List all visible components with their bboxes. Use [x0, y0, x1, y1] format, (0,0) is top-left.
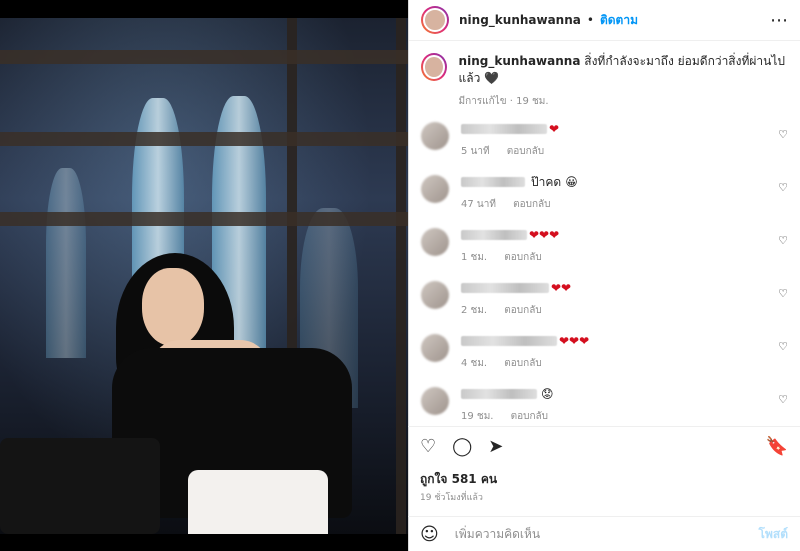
- reply-button[interactable]: ตอบกลับ: [504, 305, 541, 316]
- avatar-image: [423, 55, 445, 79]
- post-media-panel: [0, 0, 408, 551]
- comment-body: ❤❤❤ 1 ชม. ตอบกลับ: [461, 226, 778, 265]
- reply-button[interactable]: ตอบกลับ: [507, 146, 544, 157]
- heart-outline-icon[interactable]: ♡: [778, 287, 788, 300]
- comment-avatar[interactable]: [421, 175, 449, 203]
- comment-emoji: 😀: [565, 175, 578, 189]
- reply-button[interactable]: ตอบกลับ: [504, 358, 541, 369]
- comment-line: ❤: [461, 120, 778, 138]
- heart-icon[interactable]: ♡: [420, 436, 436, 457]
- blurred-username: [461, 389, 537, 399]
- blurred-username: [461, 124, 547, 134]
- more-icon[interactable]: ⋯: [770, 10, 788, 31]
- username-link[interactable]: ning_kunhawanna: [459, 13, 581, 27]
- heart-outline-icon[interactable]: ♡: [778, 128, 788, 141]
- comment-emoji: ❤❤: [551, 281, 572, 295]
- window-frame: [396, 18, 406, 534]
- comment-emoji: ❤: [549, 122, 560, 136]
- heart-outline-icon[interactable]: ♡: [778, 393, 788, 406]
- comment-item: ❤❤ 2 ชม. ตอบกลับ ♡: [421, 279, 788, 332]
- reply-button[interactable]: ตอบกลับ: [504, 252, 541, 263]
- comment-body: 😟 19 ชม. ตอบกลับ: [461, 385, 778, 424]
- caption-block: ning_kunhawanna สิ่งที่กำลังจะมาถึง ย่อม…: [409, 41, 800, 116]
- comment-avatar[interactable]: [421, 122, 449, 150]
- comment-line: ❤❤❤: [461, 332, 778, 350]
- comment-time: 5 นาที: [461, 146, 490, 157]
- handbag: [0, 438, 160, 534]
- comment-meta: 5 นาที ตอบกลับ: [461, 144, 778, 159]
- post-header: ning_kunhawanna • ติดตาม ⋯: [409, 0, 800, 41]
- comment-emoji: 😟: [541, 387, 554, 401]
- avatar-image: [423, 8, 447, 32]
- caption-username[interactable]: ning_kunhawanna: [459, 54, 581, 68]
- window-frame: [0, 50, 408, 64]
- caption-avatar[interactable]: [421, 53, 447, 81]
- comment-line: ❤❤: [461, 279, 778, 297]
- post-actions-bar: ♡ ◯ ➤ 🔖: [408, 426, 800, 466]
- share-icon[interactable]: ➤: [488, 436, 503, 457]
- post-comment-button[interactable]: โพสต์: [759, 525, 788, 544]
- comment-time: 47 นาที: [461, 199, 496, 210]
- reply-button[interactable]: ตอบกลับ: [511, 411, 548, 422]
- comment-meta: 2 ชม. ตอบกลับ: [461, 303, 778, 318]
- comment-avatar[interactable]: [421, 387, 449, 415]
- comment-text: ป๊าคด: [531, 174, 562, 189]
- tablecloth: [188, 470, 328, 534]
- comment-body: ป๊าคด 😀 47 นาที ตอบกลับ: [461, 173, 778, 212]
- woman-face: [142, 268, 204, 346]
- heart-outline-icon[interactable]: ♡: [778, 234, 788, 247]
- comment-time: 2 ชม.: [461, 305, 488, 316]
- emoji-icon[interactable]: ☺: [420, 524, 439, 545]
- add-comment-bar: ☺ เพิ่มความคิดเห็น โพสต์: [408, 516, 800, 551]
- black-heart-icon: 🖤: [484, 71, 500, 85]
- city-building: [46, 168, 86, 358]
- comment-item: ❤❤❤ 4 ชม. ตอบกลับ ♡: [421, 332, 788, 385]
- heart-outline-icon[interactable]: ♡: [778, 181, 788, 194]
- comment-icon[interactable]: ◯: [452, 436, 472, 457]
- comment-line: 😟: [461, 385, 778, 403]
- comment-item: ป๊าคด 😀 47 นาที ตอบกลับ ♡: [421, 173, 788, 226]
- separator-dot: •: [586, 13, 594, 27]
- comment-avatar[interactable]: [421, 281, 449, 309]
- caption-meta: มีการแก้ไข · 19 ชม.: [458, 96, 549, 107]
- caption-content: ning_kunhawanna สิ่งที่กำลังจะมาถึง ย่อม…: [459, 53, 788, 110]
- window-frame: [0, 212, 408, 226]
- blurred-username: [461, 283, 549, 293]
- post-details-panel: ning_kunhawanna • ติดตาม ⋯ ning_kunhawan…: [408, 0, 800, 551]
- blurred-username: [461, 230, 527, 240]
- comment-time: 1 ชม.: [461, 252, 488, 263]
- comments-list: ❤ 5 นาที ตอบกลับ ♡ ป๊าคด 😀 47 นาที ตอบกล…: [409, 116, 800, 438]
- comment-line: ป๊าคด 😀: [461, 173, 778, 191]
- blurred-username: [461, 336, 557, 346]
- comment-time: 19 ชม.: [461, 411, 494, 422]
- comment-avatar[interactable]: [421, 334, 449, 362]
- comment-meta: 4 ชม. ตอบกลับ: [461, 356, 778, 371]
- comment-meta: 47 นาที ตอบกลับ: [461, 197, 778, 212]
- comment-line: ❤❤❤: [461, 226, 778, 244]
- comment-body: ❤ 5 นาที ตอบกลับ: [461, 120, 778, 159]
- comment-item: ❤ 5 นาที ตอบกลับ ♡: [421, 120, 788, 173]
- comment-body: ❤❤❤ 4 ชม. ตอบกลับ: [461, 332, 778, 371]
- comment-emoji: ❤❤❤: [559, 334, 590, 348]
- blurred-username: [461, 177, 525, 187]
- follow-button[interactable]: ติดตาม: [600, 11, 638, 30]
- likes-count[interactable]: ถูกใจ 581 คน: [420, 470, 497, 489]
- comment-avatar[interactable]: [421, 228, 449, 256]
- window-frame: [0, 132, 408, 146]
- bookmark-icon[interactable]: 🔖: [766, 436, 788, 457]
- profile-avatar[interactable]: [421, 6, 449, 34]
- heart-outline-icon[interactable]: ♡: [778, 340, 788, 353]
- comment-meta: 19 ชม. ตอบกลับ: [461, 409, 778, 424]
- reply-button[interactable]: ตอบกลับ: [513, 199, 550, 210]
- post-age: 19 ชั่วโมงที่แล้ว: [420, 493, 483, 503]
- comment-item: ❤❤❤ 1 ชม. ตอบกลับ ♡: [421, 226, 788, 279]
- comment-input[interactable]: เพิ่มความคิดเห็น: [455, 525, 540, 544]
- comment-time: 4 ชม.: [461, 358, 488, 369]
- comment-meta: 1 ชม. ตอบกลับ: [461, 250, 778, 265]
- comment-emoji: ❤❤❤: [529, 228, 560, 242]
- comment-body: ❤❤ 2 ชม. ตอบกลับ: [461, 279, 778, 318]
